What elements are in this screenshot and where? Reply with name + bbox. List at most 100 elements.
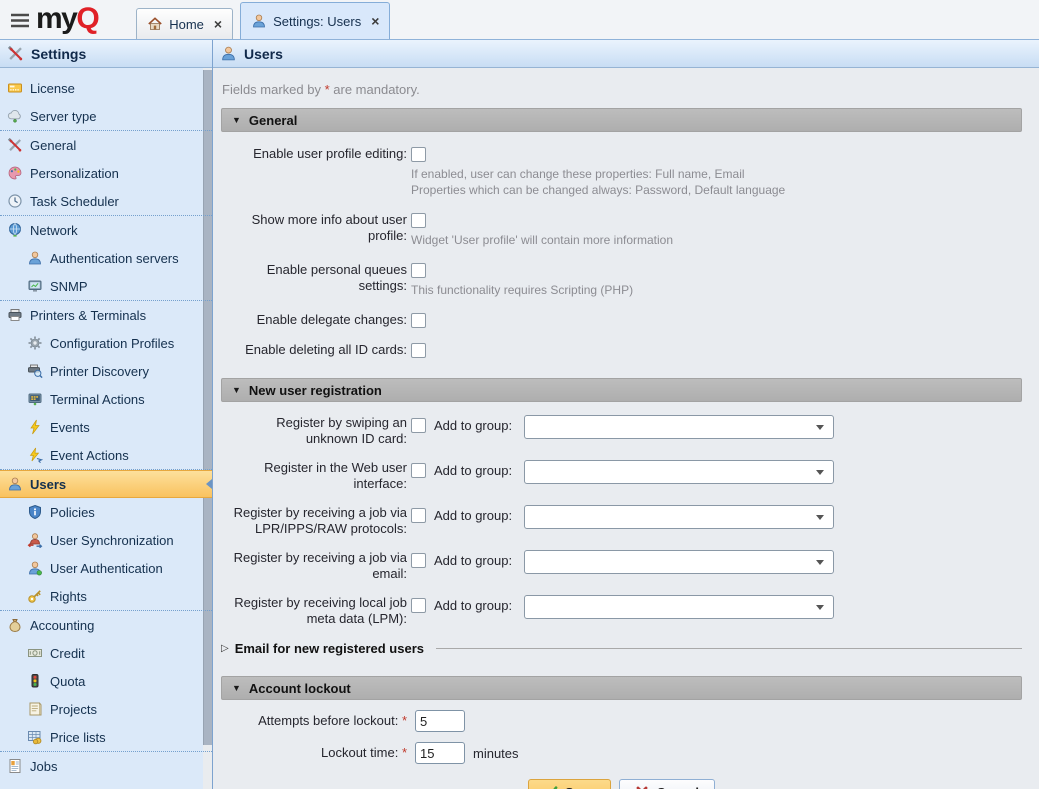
sidebar-item-label: Quota bbox=[50, 674, 85, 689]
sidebar-item-label: SNMP bbox=[50, 279, 88, 294]
sidebar-item-label: License bbox=[30, 81, 75, 96]
sidebar-item-price-lists[interactable]: Price lists bbox=[0, 723, 212, 751]
sidebar-item-label: Price lists bbox=[50, 730, 106, 745]
clock-icon bbox=[7, 193, 23, 209]
section-header-general[interactable]: ▼ General bbox=[221, 108, 1022, 132]
sidebar-item-printers-terminals[interactable]: Printers & Terminals bbox=[0, 301, 212, 329]
field-label: Enable delegate changes: bbox=[221, 312, 407, 328]
cancel-button[interactable]: Cancel bbox=[619, 779, 715, 789]
sidebar-item-terminal-actions[interactable]: Terminal Actions bbox=[0, 385, 212, 413]
add-to-group-dropdown[interactable] bbox=[524, 595, 834, 619]
tab-strip: Home×Settings: Users× bbox=[136, 2, 390, 39]
help-text: This functionality requires Scripting (P… bbox=[411, 282, 633, 298]
collapse-icon: ▼ bbox=[232, 385, 241, 395]
sidebar-item-printer-discovery[interactable]: Printer Discovery bbox=[0, 357, 212, 385]
checkbox[interactable] bbox=[411, 313, 426, 328]
tab-home[interactable]: Home × bbox=[136, 8, 233, 39]
sidebar-item-snmp[interactable]: SNMP bbox=[0, 272, 212, 300]
sidebar-item-personalization[interactable]: Personalization bbox=[0, 159, 212, 187]
sidebar-item-credit[interactable]: Credit bbox=[0, 639, 212, 667]
form-row: Register by receiving a job via LPR/IPPS… bbox=[221, 505, 1022, 537]
sidebar-item-events[interactable]: Events bbox=[0, 413, 212, 441]
sidebar-header: Settings bbox=[0, 40, 212, 68]
add-to-group-label: Add to group: bbox=[434, 418, 524, 434]
subsection-title: Email for new registered users bbox=[235, 641, 424, 656]
checkbox[interactable] bbox=[411, 553, 426, 568]
sidebar-item-configuration-profiles[interactable]: Configuration Profiles bbox=[0, 329, 212, 357]
section-header-account-lockout[interactable]: ▼ Account lockout bbox=[221, 676, 1022, 700]
close-icon[interactable]: × bbox=[371, 14, 379, 28]
add-to-group-dropdown[interactable] bbox=[524, 415, 834, 439]
subsection-email-for-new-registered-users[interactable]: ▷ Email for new registered users bbox=[221, 641, 1022, 656]
checkbox[interactable] bbox=[411, 343, 426, 358]
tab-settings-users[interactable]: Settings: Users× bbox=[240, 2, 390, 39]
price-list-icon bbox=[27, 729, 43, 745]
sidebar-item-quota[interactable]: Quota bbox=[0, 667, 212, 695]
key-icon bbox=[27, 588, 43, 604]
add-to-group-label: Add to group: bbox=[434, 508, 524, 524]
attempts-before-lockout-input[interactable] bbox=[415, 710, 465, 732]
shield-icon bbox=[27, 504, 43, 520]
lockout-time-input[interactable] bbox=[415, 742, 465, 764]
checkbox[interactable] bbox=[411, 418, 426, 433]
sidebar-item-network[interactable]: Network bbox=[0, 216, 212, 244]
dropdown-arrow-icon bbox=[816, 605, 824, 610]
sidebar-item-projects[interactable]: Projects bbox=[0, 695, 212, 723]
add-to-group-label: Add to group: bbox=[434, 463, 524, 479]
sidebar-item-policies[interactable]: Policies bbox=[0, 498, 212, 526]
home-icon bbox=[147, 16, 163, 32]
save-button[interactable]: Save bbox=[528, 779, 611, 789]
checkbox[interactable] bbox=[411, 263, 426, 278]
sidebar-item-user-authentication[interactable]: User Authentication bbox=[0, 554, 212, 582]
hamburger-menu-icon[interactable] bbox=[9, 12, 31, 29]
checkbox[interactable] bbox=[411, 147, 426, 162]
sidebar-item-jobs[interactable]: Jobs bbox=[0, 752, 212, 780]
sidebar-item-label: User Synchronization bbox=[50, 533, 174, 548]
lightning-icon bbox=[27, 419, 43, 435]
add-to-group-dropdown[interactable] bbox=[524, 505, 834, 529]
sidebar-item-rights[interactable]: Rights bbox=[0, 582, 212, 610]
help-text: If enabled, user can change these proper… bbox=[411, 166, 785, 182]
sidebar-item-authentication-servers[interactable]: Authentication servers bbox=[0, 244, 212, 272]
printer-search-icon bbox=[27, 363, 43, 379]
checkbox[interactable] bbox=[411, 598, 426, 613]
close-icon[interactable]: × bbox=[214, 17, 222, 31]
section-title: New user registration bbox=[249, 383, 382, 398]
sidebar-item-label: Jobs bbox=[30, 759, 57, 774]
checkbox[interactable] bbox=[411, 508, 426, 523]
person-icon bbox=[7, 476, 23, 492]
myq-logo: myQ bbox=[36, 4, 98, 34]
main-header: Users bbox=[213, 40, 1039, 68]
add-to-group-label: Add to group: bbox=[434, 598, 524, 614]
settings-sidebar: Settings License Server typeGeneralPerson… bbox=[0, 40, 213, 789]
cloud-icon bbox=[7, 108, 23, 124]
sidebar-item-general[interactable]: General bbox=[0, 131, 212, 159]
add-to-group-dropdown[interactable] bbox=[524, 550, 834, 574]
sidebar-item-users[interactable]: Users bbox=[0, 470, 212, 498]
tab-label: Home bbox=[169, 17, 204, 32]
sidebar-item-label: Rights bbox=[50, 589, 87, 604]
checkbox[interactable] bbox=[411, 463, 426, 478]
divider bbox=[436, 648, 1022, 649]
sidebar-item-user-synchronization[interactable]: User Synchronization bbox=[0, 526, 212, 554]
sidebar-item-task-scheduler[interactable]: Task Scheduler bbox=[0, 187, 212, 215]
sidebar-item-license[interactable]: License bbox=[0, 74, 212, 102]
sidebar-item-label: Projects bbox=[50, 702, 97, 717]
sidebar-item-server-type[interactable]: Server type bbox=[0, 102, 212, 130]
field-label: Register by receiving a job via LPR/IPPS… bbox=[221, 505, 407, 537]
user-icon bbox=[251, 13, 267, 29]
add-to-group-dropdown[interactable] bbox=[524, 460, 834, 484]
form-row: Register by receiving a job via email:Ad… bbox=[221, 550, 1022, 582]
field-label: Enable user profile editing: bbox=[221, 146, 407, 162]
collapse-icon: ▼ bbox=[232, 115, 241, 125]
dropdown-arrow-icon bbox=[816, 470, 824, 475]
button-row: Save Cancel bbox=[221, 779, 1022, 789]
field-label: Lockout time: bbox=[321, 745, 402, 760]
checkbox[interactable] bbox=[411, 213, 426, 228]
sidebar-item-event-actions[interactable]: Event Actions bbox=[0, 441, 212, 469]
sidebar-item-accounting[interactable]: Accounting bbox=[0, 611, 212, 639]
check-icon bbox=[544, 785, 558, 789]
person-sync-icon bbox=[27, 532, 43, 548]
projects-icon bbox=[27, 701, 43, 717]
section-header-new-user-registration[interactable]: ▼ New user registration bbox=[221, 378, 1022, 402]
